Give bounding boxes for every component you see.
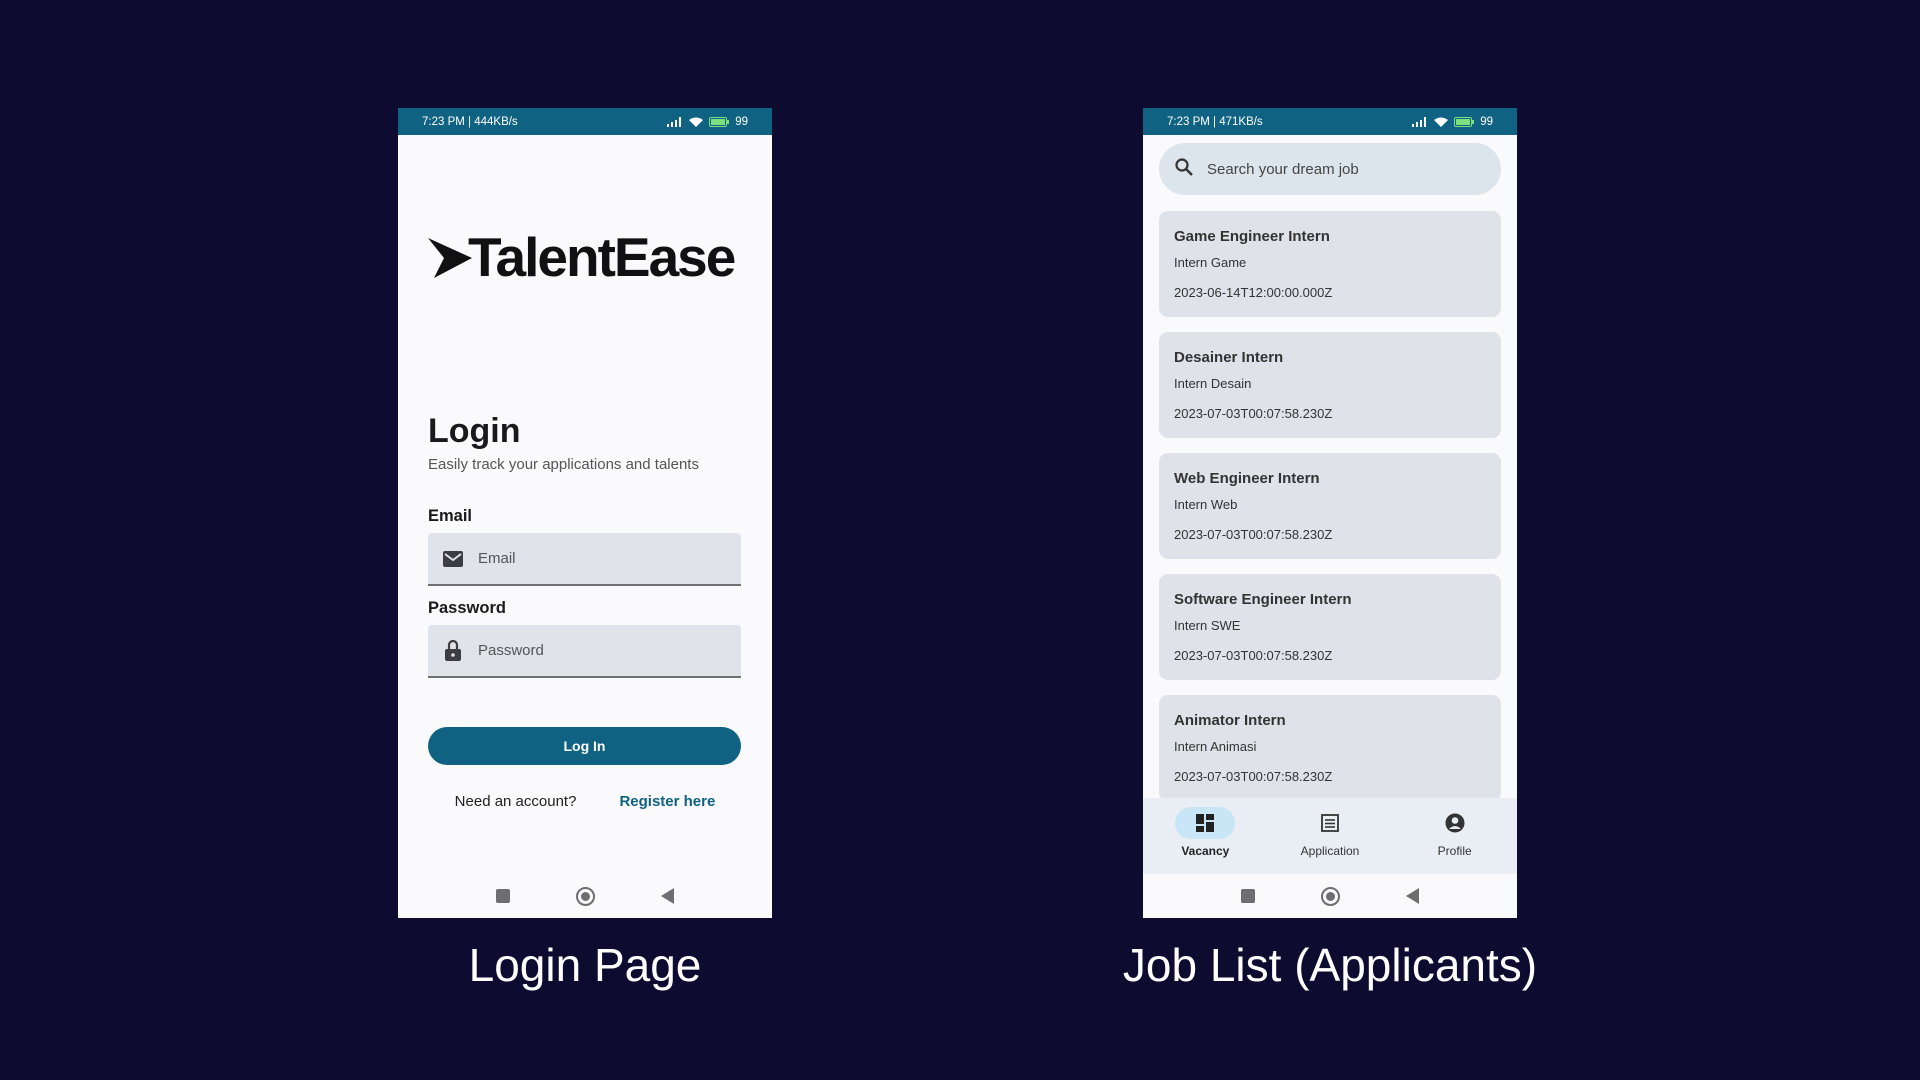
- wifi-icon: [1434, 117, 1449, 127]
- nav-profile[interactable]: Profile: [1392, 798, 1517, 874]
- register-question: Need an account?: [454, 793, 577, 810]
- page-title: Login: [428, 412, 521, 450]
- job-card[interactable]: Game Engineer Intern Intern Game 2023-06…: [1159, 211, 1501, 317]
- job-list-caption: Job List (Applicants): [1122, 939, 1538, 991]
- job-date: 2023-07-03T00:07:58.230Z: [1174, 527, 1333, 542]
- system-nav-bar: [1143, 874, 1517, 918]
- job-title: Animator Intern: [1174, 712, 1286, 729]
- login-button[interactable]: Log In: [428, 727, 741, 765]
- password-input[interactable]: [478, 642, 728, 659]
- password-label: Password: [428, 599, 506, 617]
- password-field[interactable]: [428, 625, 741, 678]
- job-title: Game Engineer Intern: [1174, 228, 1330, 245]
- talentease-logo: TalentEase: [428, 226, 736, 288]
- battery-level: 99: [735, 115, 748, 128]
- job-date: 2023-07-03T00:07:58.230Z: [1174, 648, 1333, 663]
- email-field[interactable]: [428, 533, 741, 586]
- back-button[interactable]: [661, 888, 674, 904]
- battery-icon: [1454, 116, 1475, 127]
- search-bar[interactable]: [1159, 143, 1501, 195]
- search-icon: [1175, 157, 1193, 181]
- account-circle-icon: [1425, 807, 1485, 839]
- status-time: 7:23 PM | 444KB/s: [422, 115, 518, 128]
- job-title: Desainer Intern: [1174, 349, 1284, 366]
- job-date: 2023-07-03T00:07:58.230Z: [1174, 406, 1333, 421]
- home-button[interactable]: [576, 886, 595, 906]
- job-title: Software Engineer Intern: [1174, 591, 1352, 608]
- list-icon: [1300, 807, 1360, 839]
- job-card[interactable]: Animator Intern Intern Animasi 2023-07-0…: [1159, 695, 1501, 801]
- job-date: 2023-07-03T00:07:58.230Z: [1174, 769, 1333, 784]
- recents-button[interactable]: [496, 889, 510, 903]
- job-subtitle: Intern Animasi: [1174, 739, 1257, 754]
- recents-button[interactable]: [1241, 889, 1255, 903]
- lock-icon: [442, 640, 464, 662]
- register-link[interactable]: Register here: [619, 793, 715, 810]
- dashboard-icon: [1175, 807, 1236, 839]
- signal-icon: [1412, 116, 1428, 127]
- status-bar: 7:23 PM | 471KB/s 99: [1143, 108, 1517, 135]
- status-time: 7:23 PM | 471KB/s: [1167, 115, 1263, 128]
- register-row: Need an account? Register here: [398, 793, 772, 810]
- job-card[interactable]: Software Engineer Intern Intern SWE 2023…: [1159, 574, 1501, 680]
- login-screen: 7:23 PM | 444KB/s 99 TalentEase Login Ea…: [398, 108, 772, 918]
- mail-icon: [442, 548, 464, 570]
- nav-application-label: Application: [1300, 844, 1360, 858]
- signal-icon: [667, 116, 683, 127]
- search-input[interactable]: [1207, 160, 1467, 178]
- job-subtitle: Intern SWE: [1174, 618, 1241, 633]
- home-button[interactable]: [1321, 886, 1340, 906]
- login-caption: Login Page: [468, 939, 702, 991]
- system-nav-bar: [398, 874, 772, 918]
- page-subtitle: Easily track your applications and talen…: [428, 456, 699, 473]
- job-card[interactable]: Web Engineer Intern Intern Web 2023-07-0…: [1159, 453, 1501, 559]
- nav-vacancy-label: Vacancy: [1181, 844, 1230, 858]
- job-subtitle: Intern Web: [1174, 497, 1238, 512]
- email-input[interactable]: [478, 550, 728, 567]
- battery-level: 99: [1480, 115, 1493, 128]
- logo-text: TalentEase: [468, 226, 736, 288]
- job-title: Web Engineer Intern: [1174, 470, 1320, 487]
- job-subtitle: Intern Desain: [1174, 376, 1252, 391]
- logo-arrow-icon: [428, 237, 472, 278]
- job-list: Game Engineer Intern Intern Game 2023-06…: [1159, 211, 1501, 816]
- job-subtitle: Intern Game: [1174, 255, 1247, 270]
- back-button[interactable]: [1406, 888, 1419, 904]
- job-date: 2023-06-14T12:00:00.000Z: [1174, 285, 1333, 300]
- job-list-screen: 7:23 PM | 471KB/s 99 Game Engineer Inter…: [1143, 108, 1517, 918]
- status-bar: 7:23 PM | 444KB/s 99: [398, 108, 772, 135]
- job-card[interactable]: Desainer Intern Intern Desain 2023-07-03…: [1159, 332, 1501, 438]
- battery-icon: [709, 116, 730, 127]
- wifi-icon: [689, 117, 704, 127]
- nav-application[interactable]: Application: [1268, 798, 1393, 874]
- nav-vacancy[interactable]: Vacancy: [1143, 798, 1268, 874]
- email-label: Email: [428, 507, 473, 525]
- bottom-navigation: Vacancy Application Profile: [1143, 798, 1517, 874]
- nav-profile-label: Profile: [1437, 844, 1472, 858]
